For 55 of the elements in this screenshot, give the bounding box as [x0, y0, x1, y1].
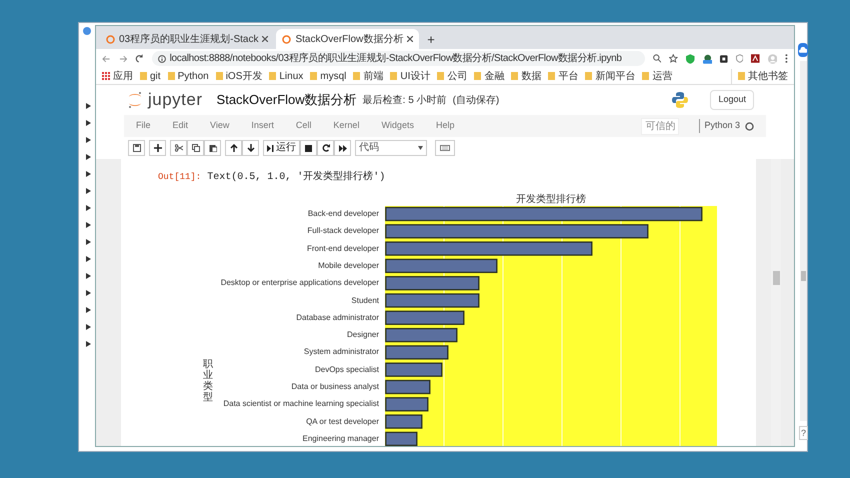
category-label: Mobile developer [318, 260, 379, 271]
menu-item[interactable]: Help [436, 119, 454, 133]
notebook-title[interactable]: StackOverFlow数据分析 [216, 90, 357, 110]
cell-type-dropdown[interactable]: 代码 [355, 140, 427, 156]
bookmark-link[interactable]: 前端 [363, 68, 384, 84]
category-label: QA or test developer [306, 416, 379, 427]
bookmark-link[interactable]: 新闻平台 [595, 68, 636, 84]
category-label: Engineering manager [302, 434, 379, 444]
bookmark-link[interactable]: 应用 [113, 68, 133, 84]
logout-button[interactable]: Logout [710, 90, 754, 110]
category-label: Desktop or enterprise applications developer [220, 278, 379, 288]
bookmark-link[interactable]: 数据 [521, 68, 542, 84]
menu-item[interactable]: View [210, 119, 230, 133]
browser-tab[interactable]: StackOverFlow数据分析 [276, 29, 420, 49]
category-label: Full-stack developer [307, 226, 379, 236]
category-label: DevOps specialist [314, 364, 379, 375]
checkpoint-status: 最后检查: 5 小时前 [362, 94, 447, 108]
jupyter-logo-text: jupyter [148, 89, 203, 112]
category-label: Data or business analyst [291, 382, 379, 392]
menu-item[interactable]: File [136, 119, 151, 133]
autosave-status: (自动保存) [452, 94, 500, 108]
category-label: Student [351, 296, 379, 306]
bookmark-link[interactable]: 公司 [447, 68, 468, 84]
menu-item[interactable]: Cell [296, 119, 312, 133]
menu-item[interactable]: Edit [172, 119, 188, 133]
bookmark-link[interactable]: git [150, 68, 161, 84]
tab-title: StackOverFlow数据分析 [295, 32, 404, 46]
axis-label: 职业类型 [203, 359, 213, 403]
new-tab-button[interactable]: + [427, 33, 435, 46]
bookmark-link[interactable]: iOS开发 [226, 68, 262, 84]
category-label: Front-end developer [306, 244, 379, 254]
tab-title: 03程序员的职业生涯规划-Stack [119, 32, 258, 46]
category-label: System administrator [304, 347, 379, 358]
output-text: Text(0.5, 1.0, '开发类型排行榜') [207, 170, 386, 185]
chart-title: 开发类型排行榜 [516, 192, 586, 207]
category-label: Data scientist or machine learning specialist [223, 399, 379, 410]
category-label: Database administrator [296, 312, 379, 323]
bookmark-link[interactable]: UI设计 [400, 68, 430, 84]
menu-item[interactable]: Insert [251, 119, 274, 133]
trusted-indicator[interactable]: 可信的 [641, 118, 680, 134]
bookmark-link[interactable]: mysql [320, 68, 346, 84]
kernel-name: Python 3 [704, 119, 740, 132]
bookmark-link[interactable]: Python [178, 68, 209, 84]
bookmark-link[interactable]: 其他书签 [748, 68, 788, 84]
bookmark-link[interactable]: 平台 [558, 68, 578, 84]
menu-item[interactable]: Widgets [381, 119, 414, 133]
category-label: Back-end developer [308, 209, 379, 219]
category-label: Designer [346, 330, 379, 340]
output-prompt: Out[11]: [158, 171, 202, 184]
run-button[interactable]: 运行 [263, 140, 300, 156]
menu-item[interactable]: Kernel [333, 119, 360, 133]
bookmark-link[interactable]: 金融 [484, 68, 504, 84]
bookmark-link[interactable]: Linux [279, 68, 304, 84]
bookmark-link[interactable]: 运营 [652, 68, 672, 84]
help-button[interactable]: ? [799, 426, 808, 440]
